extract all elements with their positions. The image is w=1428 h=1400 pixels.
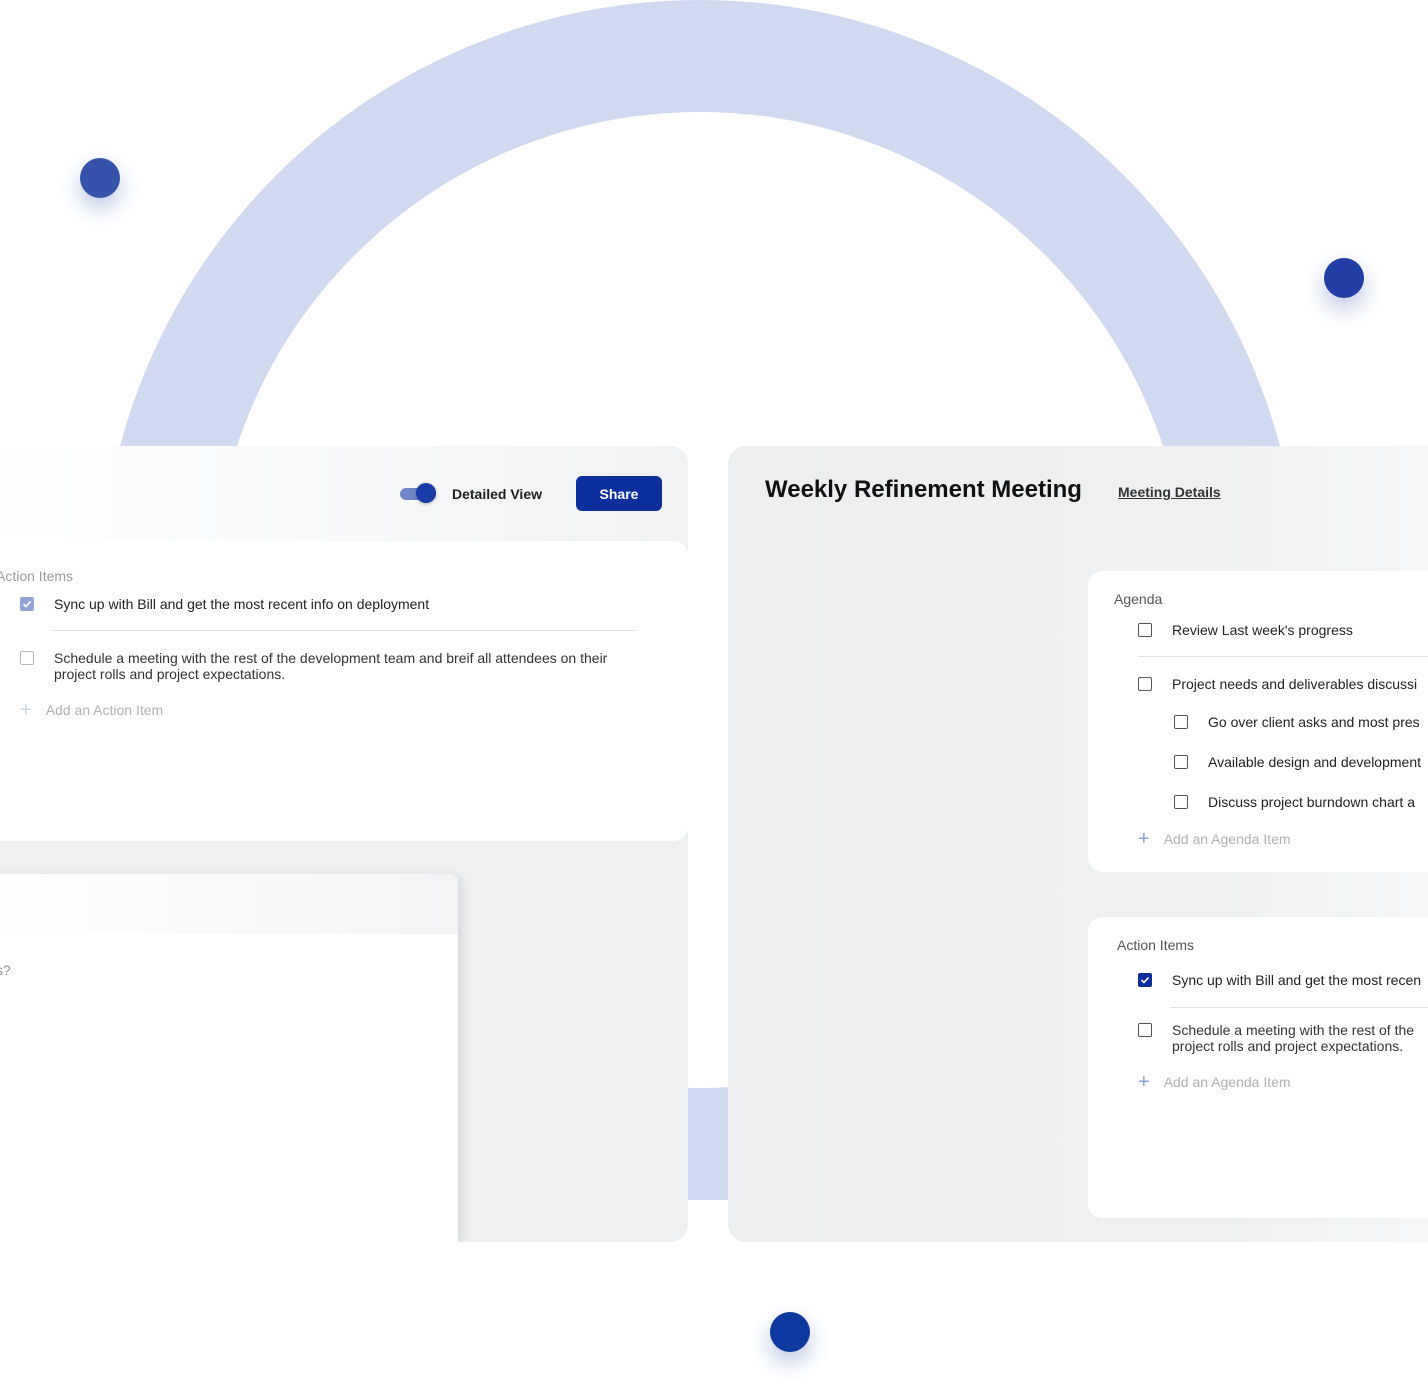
checkbox[interactable] bbox=[1174, 795, 1188, 809]
checkbox[interactable] bbox=[1138, 677, 1152, 691]
action-item-text-line1: Schedule a meeting with the rest of the … bbox=[54, 650, 608, 666]
agenda-subitem[interactable]: Discuss project burndown chart a bbox=[1174, 794, 1415, 810]
share-button[interactable]: Share bbox=[576, 476, 662, 511]
action-item-text: Sync up with Bill and get the most recen… bbox=[54, 596, 430, 612]
decorative-connector bbox=[688, 1112, 730, 1200]
checkbox[interactable] bbox=[1174, 755, 1188, 769]
detailed-view-toggle[interactable] bbox=[400, 483, 436, 503]
action-item-text-line2: project rolls and project expectations. bbox=[54, 666, 286, 682]
checkbox[interactable] bbox=[20, 597, 34, 611]
checkbox[interactable] bbox=[1138, 623, 1152, 637]
decorative-dot bbox=[1324, 258, 1364, 298]
notes-subpanel-header bbox=[0, 874, 458, 934]
agenda-subitem-text: Discuss project burndown chart a bbox=[1208, 794, 1415, 810]
meeting-details-link[interactable]: Meeting Details bbox=[1118, 484, 1221, 500]
agenda-item-text: Review Last week's progress bbox=[1172, 622, 1353, 638]
action-items-title: Action Items bbox=[0, 568, 74, 584]
agenda-subitem[interactable]: Go over client asks and most pres bbox=[1174, 714, 1420, 730]
notes-question-text: s? bbox=[0, 962, 11, 978]
action-items-card: Action Items Sync up with Bill and get t… bbox=[1088, 917, 1428, 1218]
action-items-title: Action Items bbox=[1117, 937, 1195, 953]
agenda-card: Agenda Review Last week's progress Proje… bbox=[1088, 571, 1428, 872]
left-meeting-panel: Detailed View Share Action Items Sync up… bbox=[0, 446, 688, 1242]
agenda-title: Agenda bbox=[1114, 591, 1163, 607]
toggle-knob bbox=[416, 483, 436, 503]
plus-icon: + bbox=[1138, 828, 1150, 850]
action-item-text: Schedule a meeting with the rest of the … bbox=[1172, 1022, 1414, 1054]
checkbox[interactable] bbox=[1174, 715, 1188, 729]
decorative-dot bbox=[80, 158, 120, 198]
decorative-dot bbox=[770, 1312, 810, 1352]
action-items-card: Action Items Sync up with Bill and get t… bbox=[0, 541, 688, 841]
agenda-item-text: Project needs and deliverables discussi bbox=[1172, 676, 1418, 692]
action-item-text-line2: project rolls and project expectations. bbox=[1172, 1038, 1404, 1054]
agenda-item[interactable]: Project needs and deliverables discussi bbox=[1138, 676, 1417, 692]
add-agenda-item-button[interactable]: + Add an Agenda Item bbox=[1138, 828, 1291, 850]
notes-subpanel: s? bbox=[0, 874, 458, 1242]
divider bbox=[1170, 1007, 1428, 1008]
agenda-subitem[interactable]: Available design and development bbox=[1174, 754, 1421, 770]
checkbox[interactable] bbox=[1138, 1023, 1152, 1037]
agenda-item[interactable]: Review Last week's progress bbox=[1138, 622, 1353, 638]
agenda-subitem-text: Available design and development bbox=[1208, 754, 1422, 770]
action-item[interactable]: Schedule a meeting with the rest of the … bbox=[20, 650, 607, 682]
plus-icon: + bbox=[1138, 1071, 1150, 1093]
add-agenda-item-label: Add an Agenda Item bbox=[1163, 1074, 1291, 1090]
add-agenda-item-button[interactable]: + Add an Agenda Item bbox=[1138, 1071, 1291, 1093]
action-item[interactable]: Sync up with Bill and get the most recen… bbox=[20, 596, 429, 612]
add-agenda-item-label: Add an Agenda Item bbox=[1163, 831, 1291, 847]
action-item-text-line1: Schedule a meeting with the rest of the bbox=[1172, 1022, 1415, 1038]
add-action-item-label: Add an Action Item bbox=[45, 702, 164, 718]
divider bbox=[52, 630, 637, 631]
add-action-item-button[interactable]: + Add an Action Item bbox=[20, 699, 164, 721]
action-item-text: Schedule a meeting with the rest of the … bbox=[54, 650, 607, 682]
plus-icon: + bbox=[20, 699, 32, 721]
right-meeting-panel: Weekly Refinement Meeting Meeting Detail… bbox=[728, 446, 1428, 1242]
action-item[interactable]: Schedule a meeting with the rest of the … bbox=[1138, 1022, 1414, 1054]
agenda-subitem-text: Go over client asks and most pres bbox=[1208, 714, 1420, 730]
left-panel-header: Detailed View Share bbox=[0, 446, 688, 541]
checkbox[interactable] bbox=[1138, 973, 1152, 987]
detailed-view-label: Detailed View bbox=[452, 486, 543, 502]
checkbox[interactable] bbox=[20, 651, 34, 665]
action-item-text: Sync up with Bill and get the most recen bbox=[1172, 972, 1422, 988]
meeting-title: Weekly Refinement Meeting bbox=[765, 476, 1082, 503]
action-item[interactable]: Sync up with Bill and get the most recen bbox=[1138, 972, 1421, 988]
divider bbox=[1138, 656, 1428, 657]
